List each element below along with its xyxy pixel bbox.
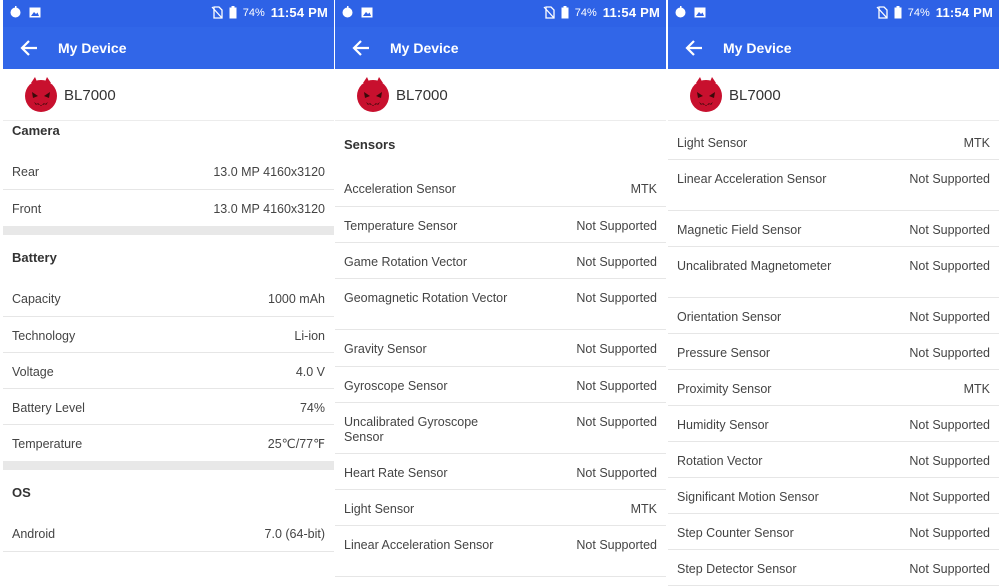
antutu-logo-icon [690, 77, 722, 112]
page-title: My Device [723, 40, 792, 56]
list-item: Capacity 1000 mAh [3, 280, 334, 317]
page-title: My Device [390, 40, 459, 56]
list-item: Linear Acceleration Sensor Not Supported [335, 526, 666, 577]
list-item: Light Sensor MTK [668, 124, 999, 160]
list-item: Battery Level 74% [3, 389, 334, 425]
battery-icon [229, 6, 237, 19]
clock: 11:54 PM [270, 5, 328, 20]
list-item: Front 13.0 MP 4160x3120 [12, 202, 325, 216]
section-battery: Battery [12, 250, 57, 265]
image-notification-icon [361, 7, 373, 17]
page-title: My Device [58, 40, 127, 56]
list-item: Heart Rate Sensor Not Supported [335, 454, 666, 490]
device-info-list: Camera Rear 13.0 MP 4160x3120 Front 13.0 M… [3, 108, 334, 552]
sensor-list: Light Sensor MTK Linear Acceleration Sens… [668, 124, 999, 586]
app-notification-icon [675, 6, 686, 18]
list-item: Android 7.0 (64-bit) [3, 515, 334, 552]
no-sim-icon [876, 6, 888, 19]
list-item: Step Counter Sensor Not Supported [668, 514, 999, 550]
back-arrow-icon[interactable] [19, 38, 39, 58]
no-sim-icon [543, 6, 555, 19]
list-item: Acceleration Sensor MTK [335, 167, 666, 207]
back-arrow-icon[interactable] [351, 38, 371, 58]
screen-sensors: 74% 11:54 PM My Device BL7000 Sensors Ac… [335, 0, 666, 587]
section-divider [3, 461, 334, 470]
image-notification-icon [29, 7, 41, 17]
list-item: Significant Motion Sensor Not Supported [668, 478, 999, 514]
section-sensors: Sensors [344, 136, 396, 152]
device-name: BL7000 [64, 87, 116, 104]
list-item: Geomagnetic Rotation Vector Not Supported [335, 279, 666, 330]
list-item: Gravity Sensor Not Supported [335, 330, 666, 367]
battery-percent: 74% [574, 6, 597, 19]
device-header: BL7000 [335, 69, 666, 121]
list-item: Orientation Sensor Not Supported [668, 298, 999, 334]
list-item: Light Sensor MTK [335, 490, 666, 526]
list-item: Linear Acceleration Sensor Not Supported [668, 160, 999, 211]
image-notification-icon [694, 7, 706, 17]
screen-sensors-continued: 74% 11:54 PM My Device BL7000 Light Sens… [668, 0, 999, 587]
app-notification-icon [10, 6, 21, 18]
back-arrow-icon[interactable] [684, 38, 704, 58]
list-item: Temperature Sensor Not Supported [335, 207, 666, 243]
screen-camera-battery-os: 74% 11:54 PM My Device BL7000 Camera Rea… [3, 0, 334, 587]
app-bar: My Device [668, 27, 999, 69]
list-item: Uncalibrated Gyroscope Sensor Not Support… [335, 403, 666, 454]
list-item: Magnetic Field Sensor Not Supported [668, 211, 999, 247]
status-bar: 74% 11:54 PM [335, 0, 666, 27]
list-item: Step Detector Sensor Not Supported [668, 550, 999, 586]
list-item: Proximity Sensor MTK [668, 370, 999, 406]
battery-icon [561, 6, 569, 19]
section-os: OS [12, 485, 31, 500]
list-item: Humidity Sensor Not Supported [668, 406, 999, 442]
list-item: Game Rotation Vector Not Supported [335, 243, 666, 279]
list-item: Rotation Vector Not Supported [668, 442, 999, 478]
app-notification-icon [342, 6, 353, 18]
list-item: Gyroscope Sensor Not Supported [335, 367, 666, 403]
clock: 11:54 PM [935, 5, 993, 20]
clock: 11:54 PM [602, 5, 660, 20]
list-item: Uncalibrated Magnetometer Not Supported [668, 247, 999, 298]
list-item: Temperature 25℃/77℉ [12, 437, 325, 451]
status-bar: 74% 11:54 PM [668, 0, 999, 27]
list-item: Pressure Sensor Not Supported [668, 334, 999, 370]
device-name: BL7000 [396, 87, 448, 104]
app-bar: My Device [335, 27, 666, 69]
device-header: BL7000 [668, 69, 999, 121]
battery-icon [894, 6, 902, 19]
sensor-list: Sensors Acceleration Sensor MTK Temperatu… [335, 121, 666, 577]
list-item: Rear 13.0 MP 4160x3120 [3, 153, 334, 190]
status-bar: 74% 11:54 PM [3, 0, 334, 27]
battery-percent: 74% [907, 6, 930, 19]
antutu-logo-icon [357, 77, 389, 112]
app-bar: My Device [3, 27, 334, 69]
battery-percent: 74% [242, 6, 265, 19]
list-item: Technology Li-ion [3, 317, 334, 353]
no-sim-icon [211, 6, 223, 19]
device-name: BL7000 [729, 87, 781, 104]
section-camera: Camera [12, 123, 60, 138]
section-divider [3, 226, 334, 235]
list-item: Voltage 4.0 V [3, 353, 334, 389]
